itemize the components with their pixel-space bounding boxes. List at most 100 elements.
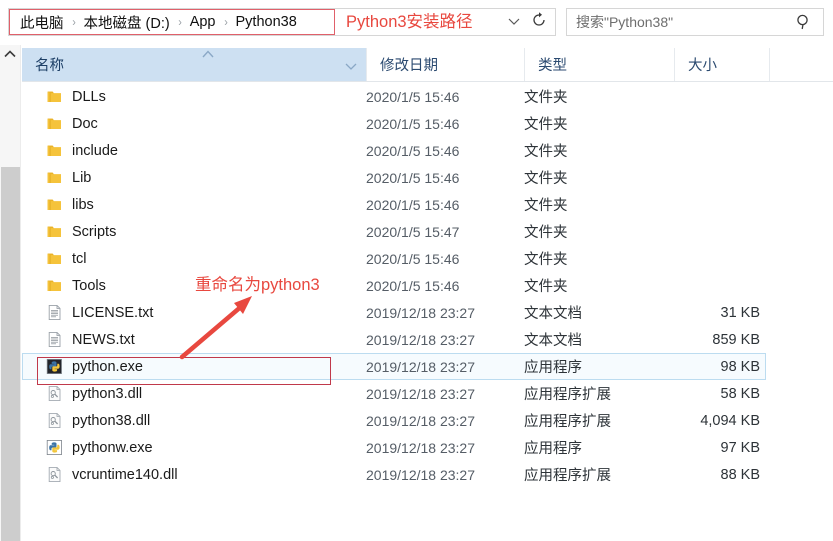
folder-icon: [47, 118, 61, 129]
breadcrumb-item-2[interactable]: App: [187, 13, 219, 31]
vertical-scrollbar[interactable]: [0, 45, 21, 541]
annotation-install-path: Python3安装路径: [346, 13, 473, 31]
file-explorer-window: 此电脑 › 本地磁盘 (D:) › App › Python38 Python3…: [0, 0, 833, 541]
folder-icon: [47, 172, 61, 183]
table-row[interactable]: python38.dll 2019/12/18 23:27 应用程序扩展 4,094 …: [22, 407, 833, 434]
table-row[interactable]: pythonw.exe 2019/12/18 23:27 应用程序 97 KB: [22, 434, 833, 461]
file-name-cell[interactable]: LICENSE.txt: [46, 304, 153, 321]
column-header-date-label: 修改日期: [380, 58, 438, 74]
file-name-cell[interactable]: libs: [46, 196, 94, 213]
table-row[interactable]: Lib 2020/1/5 15:46 文件夹: [22, 164, 833, 191]
column-header-dropdown-icon[interactable]: [344, 59, 358, 70]
file-name-label: python38.dll: [72, 412, 151, 429]
breadcrumb-item-0[interactable]: 此电脑: [17, 11, 67, 34]
file-name-label: NEWS.txt: [72, 331, 135, 348]
file-type-cell: 应用程序扩展: [524, 414, 611, 430]
chevron-down-icon[interactable]: [506, 13, 522, 29]
file-name-cell[interactable]: vcruntime140.dll: [46, 466, 178, 483]
file-date-cell: 2019/12/18 23:27: [366, 331, 475, 348]
file-type-cell: 应用程序: [524, 441, 582, 457]
folder-icon: [47, 253, 61, 264]
file-type-cell: 文件夹: [524, 171, 568, 187]
file-type-cell: 应用程序: [524, 360, 582, 376]
file-name-cell[interactable]: include: [46, 142, 118, 159]
breadcrumb-separator: ›: [177, 15, 182, 29]
file-date-cell: 2020/1/5 15:46: [366, 115, 460, 132]
search-box[interactable]: 搜索"Python38": [566, 8, 824, 36]
search-icon[interactable]: [793, 11, 815, 33]
file-name-label: tcl: [72, 250, 87, 267]
breadcrumb-item-3[interactable]: Python38: [233, 13, 300, 31]
table-row[interactable]: DLLs 2020/1/5 15:46 文件夹: [22, 83, 833, 110]
file-name-cell[interactable]: python.exe: [46, 358, 143, 375]
file-type-cell: 文件夹: [524, 279, 568, 295]
column-header-name[interactable]: 名称: [22, 48, 366, 81]
file-name-label: vcruntime140.dll: [72, 466, 178, 483]
sort-ascending-caret-icon: [200, 47, 216, 58]
folder-icon: [47, 226, 61, 237]
file-date-cell: 2019/12/18 23:27: [366, 358, 475, 375]
folder-icon: [47, 91, 61, 102]
file-name-cell[interactable]: Tools: [46, 277, 106, 294]
breadcrumb: 此电脑 › 本地磁盘 (D:) › App › Python38: [9, 9, 300, 35]
file-name-label: pythonw.exe: [72, 439, 153, 456]
file-date-cell: 2019/12/18 23:27: [366, 385, 475, 402]
file-name-cell[interactable]: NEWS.txt: [46, 331, 135, 348]
column-header-name-label: 名称: [35, 58, 64, 74]
file-name-cell[interactable]: python38.dll: [46, 412, 150, 429]
search-input[interactable]: 搜索"Python38": [567, 12, 793, 32]
table-row[interactable]: Tools 2020/1/5 15:46 文件夹: [22, 272, 833, 299]
column-header-date-modified[interactable]: 修改日期: [366, 48, 524, 81]
file-size-cell: 88 KB: [720, 466, 761, 483]
file-name-label: python.exe: [72, 358, 143, 375]
file-type-cell: 文件夹: [524, 117, 568, 133]
file-name-label: DLLs: [72, 88, 106, 105]
file-name-label: Lib: [72, 169, 92, 186]
file-date-cell: 2020/1/5 15:46: [366, 169, 460, 186]
file-date-cell: 2019/12/18 23:27: [366, 412, 475, 429]
file-name-cell[interactable]: Lib: [46, 169, 91, 186]
file-type-cell: 文件夹: [524, 144, 568, 160]
file-date-cell: 2020/1/5 15:47: [366, 223, 460, 240]
address-path-field[interactable]: 此电脑 › 本地磁盘 (D:) › App › Python38: [8, 8, 556, 36]
breadcrumb-item-1[interactable]: 本地磁盘 (D:): [81, 11, 173, 34]
file-date-cell: 2019/12/18 23:27: [366, 466, 475, 483]
table-row[interactable]: vcruntime140.dll 2019/12/18 23:27 应用程序扩展 88…: [22, 461, 833, 488]
table-row[interactable]: python3.dll 2019/12/18 23:27 应用程序扩展 58 KB: [22, 380, 833, 407]
folder-icon: [47, 280, 61, 291]
file-list: DLLs 2020/1/5 15:46 文件夹 Doc 2020/1/5 15:46 文件…: [22, 83, 833, 523]
file-size-cell: 58 KB: [720, 385, 761, 402]
file-type-cell: 文件夹: [524, 225, 568, 241]
file-date-cell: 2020/1/5 15:46: [366, 142, 460, 159]
column-header-row: 名称 修改日期 类型 大小: [22, 48, 833, 82]
table-row[interactable]: libs 2020/1/5 15:46 文件夹: [22, 191, 833, 218]
file-name-cell[interactable]: Doc: [46, 115, 98, 132]
table-row[interactable]: Doc 2020/1/5 15:46 文件夹: [22, 110, 833, 137]
file-date-cell: 2019/12/18 23:27: [366, 439, 475, 456]
table-row[interactable]: Scripts 2020/1/5 15:47 文件夹: [22, 218, 833, 245]
scrollbar-up-button[interactable]: [0, 45, 20, 63]
python-exe-icon: [46, 358, 62, 374]
annotation-rename-note: 重命名为python3: [195, 276, 320, 294]
scrollbar-thumb[interactable]: [1, 167, 20, 541]
file-type-cell: 文件夹: [524, 252, 568, 268]
table-row[interactable]: LICENSE.txt 2019/12/18 23:27 文本文档 31 KB: [22, 299, 833, 326]
file-name-cell[interactable]: Scripts: [46, 223, 116, 240]
file-size-cell: 31 KB: [720, 304, 761, 321]
file-name-label: Scripts: [72, 223, 117, 240]
column-header-size[interactable]: 大小: [674, 48, 769, 81]
file-name-cell[interactable]: tcl: [46, 250, 87, 267]
refresh-icon[interactable]: [530, 11, 548, 29]
column-header-type[interactable]: 类型: [524, 48, 674, 81]
folder-icon: [47, 145, 61, 156]
file-name-cell[interactable]: pythonw.exe: [46, 439, 153, 456]
file-name-cell[interactable]: DLLs: [46, 88, 106, 105]
table-row[interactable]: NEWS.txt 2019/12/18 23:27 文本文档 859 KB: [22, 326, 833, 353]
table-row[interactable]: python.exe 2019/12/18 23:27 应用程序 98 KB: [22, 353, 766, 380]
table-row[interactable]: tcl 2020/1/5 15:46 文件夹: [22, 245, 833, 272]
table-row[interactable]: include 2020/1/5 15:46 文件夹: [22, 137, 833, 164]
file-date-cell: 2020/1/5 15:46: [366, 88, 460, 105]
column-header-type-label: 类型: [538, 58, 567, 74]
file-size-cell: 4,094 KB: [700, 412, 760, 429]
file-name-cell[interactable]: python3.dll: [46, 385, 142, 402]
